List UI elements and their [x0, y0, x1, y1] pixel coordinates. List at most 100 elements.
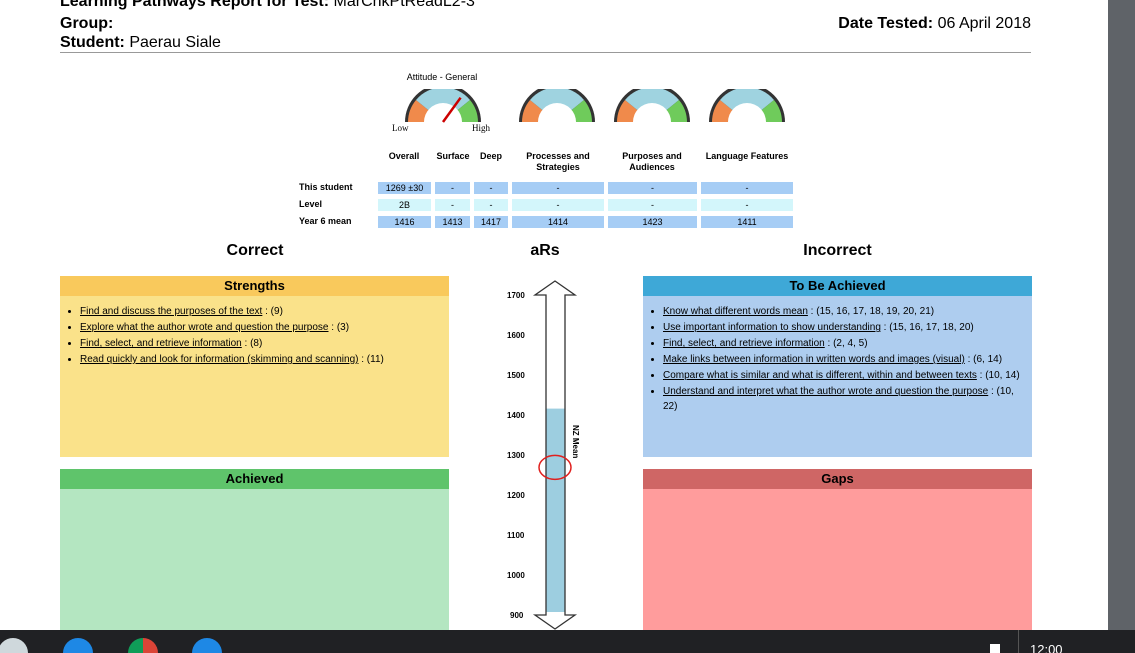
list-item: Compare what is similar and what is diff…: [663, 368, 1026, 383]
table-cell: 1414: [512, 216, 604, 228]
gaps-panel: Gaps: [643, 469, 1032, 630]
table-cell: 2B: [378, 199, 431, 211]
clock[interactable]: 12:00: [1030, 642, 1063, 653]
scale-tick-label: 1300: [507, 451, 525, 460]
table-cell: -: [474, 182, 508, 194]
chrome-icon[interactable]: [128, 638, 158, 653]
strength-detail: : (9): [262, 306, 283, 317]
attitude-gauge: [405, 89, 481, 123]
tba-detail: : (15, 16, 17, 18, 19, 20, 21): [807, 306, 935, 317]
ars-heading: aRs: [530, 242, 560, 259]
correct-heading: Correct: [226, 242, 284, 259]
row-level: Level: [299, 199, 323, 209]
tba-detail: : (15, 16, 17, 18, 20): [880, 322, 974, 333]
student-line: Student: Paerau Siale: [60, 34, 221, 51]
table-cell: -: [435, 182, 470, 194]
incorrect-heading: Incorrect: [803, 242, 872, 259]
list-item: Find, select, and retrieve information :…: [663, 336, 1026, 351]
launcher-icon[interactable]: [0, 638, 28, 653]
strengths-panel: Strengths Find and discuss the purposes …: [60, 276, 449, 457]
camera-app-icon[interactable]: [63, 638, 93, 653]
tba-link[interactable]: Compare what is similar and what is diff…: [663, 370, 977, 381]
table-cell: 1417: [474, 216, 508, 228]
attitude-title: Attitude - General: [406, 72, 478, 82]
table-cell: 1416: [378, 216, 431, 228]
strength-link[interactable]: Explore what the author wrote and questi…: [80, 322, 329, 333]
tba-detail: : (2, 4, 5): [824, 338, 868, 349]
gauge-low-label: Low: [392, 123, 409, 133]
gauge-high-label: High: [472, 123, 490, 133]
row-year6-mean: Year 6 mean: [299, 216, 352, 226]
strength-detail: : (11): [358, 354, 384, 365]
achieved-title: Achieved: [60, 469, 449, 489]
tba-detail: : (10, 14): [976, 370, 1020, 381]
col-deep: Deep: [479, 151, 502, 161]
col-purposes: Purposes and Audiences: [622, 151, 682, 172]
scale-tick-label: 1700: [507, 291, 525, 300]
col-surface: Surface: [436, 151, 470, 161]
list-item: Know what different words mean : (15, 16…: [663, 304, 1026, 319]
tba-link[interactable]: Use important information to show unders…: [663, 322, 881, 333]
scale-tick-label: 1400: [507, 411, 525, 420]
table-cell: 1411: [701, 216, 793, 228]
window-icon[interactable]: [990, 644, 1000, 653]
date-tested: Date Tested: 06 April 2018: [838, 15, 1031, 32]
strength-link[interactable]: Find, select, and retrieve information: [80, 338, 242, 349]
tba-link[interactable]: Make links between information in writte…: [663, 354, 965, 365]
scale-tick-label: 1200: [507, 491, 525, 500]
strengths-title: Strengths: [60, 276, 449, 296]
scale-tick-label: 1000: [507, 571, 525, 580]
os-taskbar: 12:00: [0, 630, 1135, 653]
group-label: Group:: [60, 15, 114, 32]
tba-link[interactable]: Know what different words mean: [663, 306, 808, 317]
strength-link[interactable]: Find and discuss the purposes of the tex…: [80, 306, 262, 317]
tba-link[interactable]: Find, select, and retrieve information: [663, 338, 825, 349]
list-item: Explore what the author wrote and questi…: [80, 320, 443, 335]
to-be-achieved-panel: To Be Achieved Know what different words…: [643, 276, 1032, 457]
col-overall: Overall: [388, 151, 420, 161]
table-cell: 1413: [435, 216, 470, 228]
table-cell: -: [608, 182, 697, 194]
list-item: Find, select, and retrieve information :…: [80, 336, 443, 351]
list-item: Understand and interpret what the author…: [663, 384, 1026, 414]
tba-link[interactable]: Understand and interpret what the author…: [663, 386, 988, 397]
table-cell: -: [608, 199, 697, 211]
list-item: Make links between information in writte…: [663, 352, 1026, 367]
list-item: Find and discuss the purposes of the tex…: [80, 304, 443, 319]
strength-link[interactable]: Read quickly and look for information (s…: [80, 354, 358, 365]
gauge-empty-2: [614, 89, 690, 122]
row-this-student: This student: [299, 182, 353, 192]
table-cell: 1423: [608, 216, 697, 228]
scale-tick-label: 1600: [507, 331, 525, 340]
gauge-empty-1: [519, 89, 595, 122]
list-item: Read quickly and look for information (s…: [80, 352, 443, 367]
to-be-achieved-title: To Be Achieved: [643, 276, 1032, 296]
table-cell: -: [701, 182, 793, 194]
table-cell: -: [474, 199, 508, 211]
gauge-empty-3: [709, 89, 785, 122]
table-cell: -: [512, 182, 604, 194]
col-processes: Processes and Strategies: [526, 151, 590, 172]
strength-detail: : (3): [328, 322, 350, 333]
achieved-panel: Achieved: [60, 469, 449, 630]
ars-scale-arrow: NZ Mean: [532, 280, 580, 630]
strength-detail: : (8): [241, 338, 263, 349]
table-cell: -: [512, 199, 604, 211]
nz-mean-label: NZ Mean: [571, 425, 580, 458]
table-cell: -: [701, 199, 793, 211]
to-be-achieved-list: Know what different words mean : (15, 16…: [643, 296, 1032, 414]
col-language: Language Features: [705, 151, 789, 161]
scale-tick-label: 1500: [507, 371, 525, 380]
taskbar-divider: [1018, 630, 1019, 653]
scrollbar-gutter: [1108, 0, 1135, 630]
tba-detail: : (6, 14): [964, 354, 1003, 365]
ars-nz-mean-fill: [546, 408, 565, 612]
table-cell: -: [435, 199, 470, 211]
strengths-list: Find and discuss the purposes of the tex…: [60, 296, 449, 367]
scale-tick-label: 900: [510, 611, 524, 620]
table-cell: 1269 ±30: [378, 182, 431, 194]
report-page: Learning Pathways Report for Test: MarCh…: [0, 0, 1108, 630]
report-title: Learning Pathways Report for Test: MarCh…: [60, 0, 475, 10]
gaps-title: Gaps: [643, 469, 1032, 489]
files-app-icon[interactable]: [192, 638, 222, 653]
